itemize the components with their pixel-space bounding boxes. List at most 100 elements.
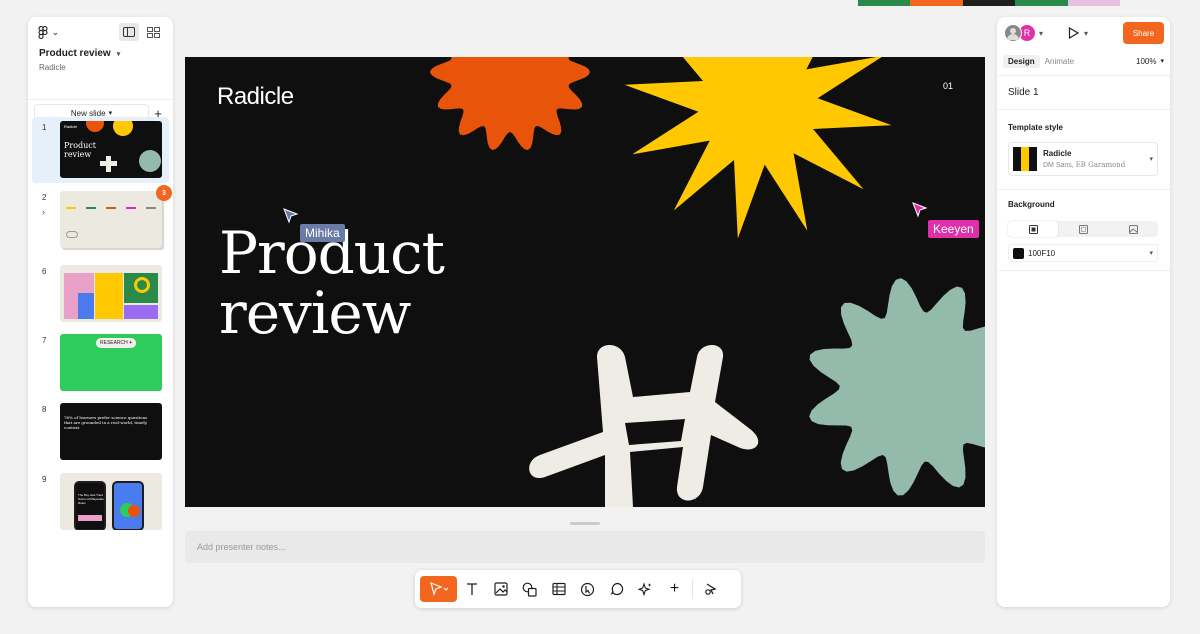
properties-panel: R ▾ ▾ Share Design Animate 100% ▾ Slide 1… (997, 17, 1170, 607)
interaction-tool[interactable] (573, 576, 602, 602)
main-menu-button[interactable]: ⌄ (38, 25, 59, 39)
ai-tool[interactable] (631, 576, 660, 602)
grid-view-toggle[interactable] (143, 23, 163, 41)
template-fonts: DM Sans, EB Garamond (1043, 161, 1125, 169)
table-tool[interactable] (544, 576, 573, 602)
image-fill-option[interactable] (1108, 221, 1158, 237)
thumb-title: Product review (64, 141, 96, 159)
thumb-toggle (66, 231, 78, 238)
thumb-research-label: RESEARCH (100, 340, 128, 346)
slide-thumbnail-6[interactable]: 6 (32, 261, 169, 327)
thumb-phone-2 (112, 481, 144, 530)
image-fill-icon (1128, 224, 1138, 234)
plugin-tool[interactable] (696, 576, 725, 602)
divider (997, 75, 1170, 76)
thumb-quote: 76% of learners prefer science questions… (64, 415, 148, 430)
cream-hash-shape (529, 345, 759, 507)
background-window-strip (858, 0, 1121, 6)
chevron-down-icon: ▾ (1149, 156, 1153, 163)
move-tool[interactable] (420, 576, 457, 602)
chevron-down-icon: ▾ (116, 50, 121, 58)
shapes-icon (522, 582, 537, 597)
slide-preview: RESEARCH + (60, 334, 162, 391)
share-button[interactable]: Share (1123, 22, 1164, 44)
comment-icon (610, 582, 623, 596)
template-style-heading: Template style (1008, 123, 1063, 132)
chevron-down-icon: ▾ (1084, 28, 1089, 38)
background-heading: Background (1008, 200, 1055, 209)
template-font-1: DM Sans, (1043, 162, 1074, 169)
background-hex-value: 100F10 (1028, 248, 1056, 258)
table-icon (551, 582, 566, 596)
template-style-picker[interactable]: Radicle DM Sans, EB Garamond ▾ (1008, 142, 1158, 176)
present-button[interactable]: ▾ (1068, 27, 1088, 39)
cursor-label: Keeyen (928, 220, 979, 238)
image-tool[interactable] (486, 576, 515, 602)
slide-thumbnail-1[interactable]: 1 Radicle Product review (32, 117, 169, 183)
toolbar-divider (692, 579, 693, 599)
chevron-down-icon[interactable]: ▾ (1039, 29, 1043, 38)
shapes-tool[interactable] (515, 576, 544, 602)
avatar-user[interactable] (1004, 24, 1022, 42)
ai-icon (638, 581, 652, 596)
chevron-down-icon: ⌄ (52, 27, 59, 37)
cursor-icon (429, 582, 448, 596)
interaction-icon (580, 582, 595, 596)
plus-icon: + (669, 580, 680, 597)
background-color-field[interactable]: 100F10 ▾ (1008, 244, 1158, 262)
more-tools-button[interactable]: + (660, 576, 689, 602)
slide-name-label: Slide 1 (1008, 87, 1039, 98)
file-title[interactable]: Product review ▾ (28, 48, 173, 59)
solid-fill-option[interactable] (1008, 221, 1058, 237)
bottom-toolbar: + (415, 570, 741, 608)
slide-number: 8 (42, 405, 47, 414)
zoom-dropdown[interactable]: 100% ▾ (1136, 57, 1164, 66)
divider (997, 270, 1170, 271)
figma-logo-icon (38, 25, 48, 39)
slide-number: 9 (42, 475, 47, 484)
play-icon (1068, 27, 1079, 39)
sage-blob-shape (809, 278, 985, 496)
comment-tool[interactable] (602, 576, 631, 602)
grid-icon (146, 26, 160, 38)
gradient-fill-option[interactable] (1058, 221, 1108, 237)
color-swatch (1013, 247, 1024, 259)
thumb-columns (66, 207, 156, 209)
thumb-title-line1: Product (64, 141, 96, 150)
chevron-right-icon[interactable]: › (42, 207, 45, 217)
chevron-down-icon: ▾ (1160, 58, 1164, 65)
presenter-notes-input[interactable]: Add presenter notes... (185, 531, 985, 563)
slide-thumbnail-9[interactable]: 9 The Boy Has Tried Some Lift Bayesian R… (32, 469, 169, 535)
slide-number: 6 (42, 267, 47, 276)
thumb-phone-text: The Boy Has Tried Some Lift Bayesian Rul… (78, 493, 104, 505)
divider (997, 109, 1170, 110)
tab-design[interactable]: Design (1003, 54, 1040, 68)
slide-number-label: 01 (942, 81, 953, 91)
slide-number: 2 (42, 193, 47, 202)
background-type-toggle (1008, 221, 1158, 237)
single-view-toggle[interactable] (119, 23, 139, 41)
thumb-phone-1: The Boy Has Tried Some Lift Bayesian Rul… (74, 481, 106, 530)
template-font-2: EB Garamond (1075, 161, 1126, 169)
slide-number: 7 (42, 336, 47, 345)
template-name: Radicle (1043, 149, 1072, 158)
slide-canvas[interactable]: Radicle 01 Product review Mihika Keeyen (185, 57, 985, 507)
slide-thumbnail-2[interactable]: 2 › 3 (32, 185, 172, 253)
comment-count-badge[interactable]: 3 (156, 185, 172, 201)
collaborator-cursor-mihika: Mihika (283, 208, 345, 242)
slide-number: 1 (42, 123, 47, 132)
resize-handle[interactable] (570, 522, 600, 525)
chevron-down-icon: ▾ (108, 110, 113, 117)
tab-animate[interactable]: Animate (1040, 55, 1079, 68)
slide-thumbnail-8[interactable]: 8 76% of learners prefer science questio… (32, 399, 169, 465)
cursor-label: Mihika (300, 224, 345, 242)
slides-panel: ⌄ Product review ▾ Radicle New slide ▾ + 1 (28, 17, 173, 607)
slide-title-line2: review (219, 279, 411, 347)
text-tool[interactable] (457, 576, 486, 602)
slide-thumbnail-7[interactable]: 7 RESEARCH + (32, 330, 169, 396)
slide-preview: 76% of learners prefer science questions… (60, 403, 162, 460)
slide-preview: The Boy Has Tried Some Lift Bayesian Rul… (60, 473, 162, 530)
template-swatch (1013, 147, 1037, 171)
file-title-text: Product review (39, 48, 111, 59)
solid-fill-icon (1028, 224, 1038, 234)
